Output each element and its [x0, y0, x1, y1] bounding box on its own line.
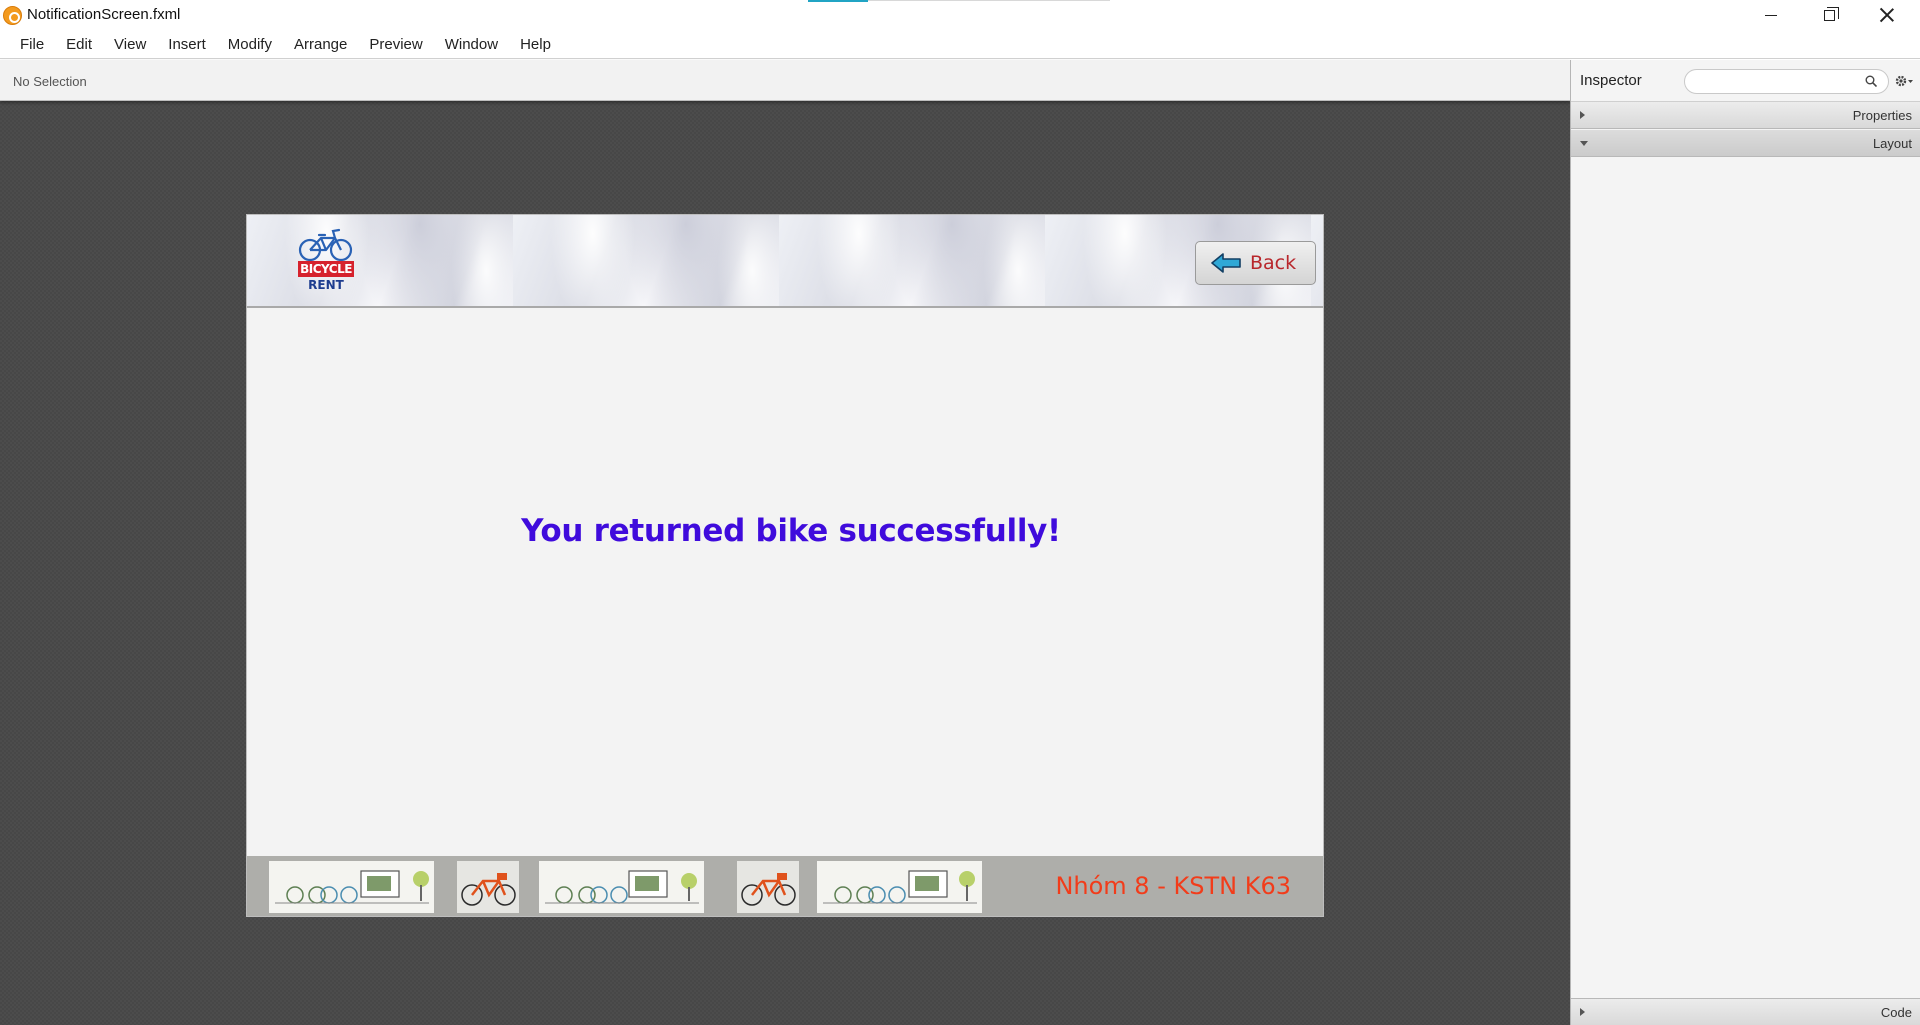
minimize-icon [1765, 14, 1777, 16]
logo-text-rent: RENT [308, 278, 344, 292]
section-layout[interactable]: Layout [1571, 130, 1920, 157]
close-icon [1880, 8, 1894, 22]
menu-insert[interactable]: Insert [157, 30, 217, 59]
menu-bar: File Edit View Insert Modify Arrange Pre… [0, 30, 1920, 59]
bike-station-illustration [269, 861, 982, 913]
settings-icon[interactable] [1894, 73, 1914, 89]
close-button[interactable] [1858, 0, 1916, 30]
back-button-label: Back [1250, 252, 1297, 274]
selection-label: No Selection [13, 74, 87, 89]
section-properties-label: Properties [1852, 108, 1912, 123]
menu-view[interactable]: View [103, 30, 157, 59]
bicycle-icon [298, 228, 353, 262]
success-message: You returned bike successfully! [521, 513, 1061, 549]
app-icon [3, 6, 22, 25]
section-layout-label: Layout [1872, 136, 1912, 151]
search-icon [1865, 75, 1877, 87]
chevron-right-icon [1580, 111, 1585, 119]
editor-area[interactable]: No Selection BICYCLE RENT Back You retur… [0, 60, 1570, 1025]
selection-bar: No Selection [0, 60, 1570, 101]
scene-canvas[interactable]: BICYCLE RENT Back You returned bike succ… [246, 214, 1324, 917]
inspector-title: Inspector [1580, 72, 1642, 89]
scene-header [247, 215, 1323, 308]
title-accent-line [808, 0, 868, 2]
title-accent-line-secondary [868, 0, 1110, 1]
section-code[interactable]: Code [1571, 998, 1920, 1025]
inspector-search-input[interactable] [1684, 69, 1889, 94]
maximize-icon [1823, 6, 1839, 21]
menu-edit[interactable]: Edit [55, 30, 103, 59]
title-bar: NotificationScreen.fxml [0, 0, 1920, 30]
menu-preview[interactable]: Preview [358, 30, 433, 59]
back-arrow-icon [1211, 253, 1241, 273]
inspector-header: Inspector [1571, 60, 1920, 102]
chevron-right-icon [1580, 1008, 1585, 1016]
chevron-down-icon [1580, 141, 1588, 146]
scene-footer: Nhóm 8 - KSTN K63 [247, 856, 1323, 916]
menu-modify[interactable]: Modify [217, 30, 283, 59]
menu-help[interactable]: Help [509, 30, 562, 59]
footer-credit: Nhóm 8 - KSTN K63 [1055, 872, 1291, 900]
window-title: NotificationScreen.fxml [27, 6, 181, 23]
inspector-panel: Inspector Properties Layout Code [1570, 60, 1920, 1025]
header-background-tile [247, 215, 513, 306]
header-background-tile [779, 215, 1045, 306]
menu-file[interactable]: File [9, 30, 55, 59]
logo-text-bicycle: BICYCLE [298, 261, 354, 277]
maximize-button[interactable] [1800, 0, 1858, 30]
section-properties[interactable]: Properties [1571, 102, 1920, 129]
back-button[interactable]: Back [1195, 241, 1316, 285]
minimize-button[interactable] [1742, 0, 1800, 30]
bicycle-rent-logo: BICYCLE RENT [295, 227, 357, 297]
menu-window[interactable]: Window [434, 30, 509, 59]
section-code-label: Code [1880, 1005, 1912, 1020]
menu-arrange[interactable]: Arrange [283, 30, 358, 59]
header-background-tile [513, 215, 779, 306]
